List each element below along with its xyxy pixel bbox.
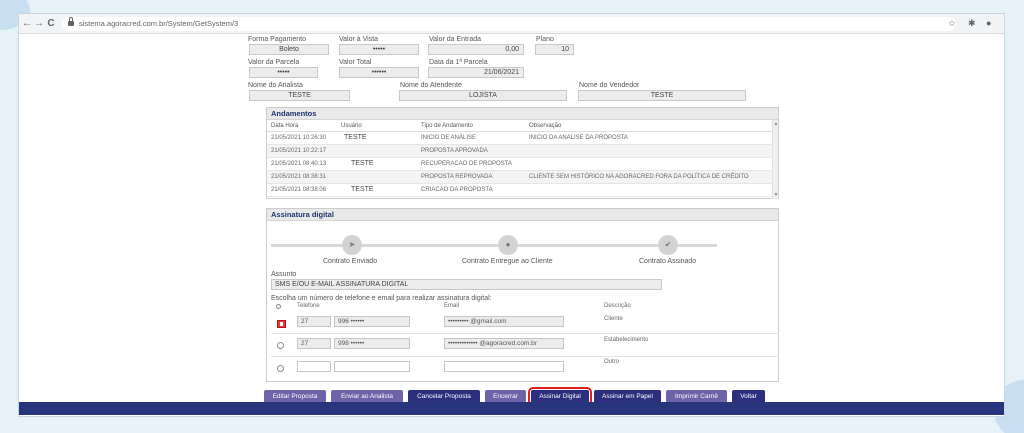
scroll-up-icon[interactable]: ▲ [773, 121, 779, 127]
row-tipo: INICIO DE ANÁLISE [421, 135, 477, 141]
atendente-field: LOJISTA [399, 90, 567, 101]
phone-field-cliente: 996 •••••• [334, 316, 410, 327]
andamentos-panel: Andamentos Data Hora Usuário Tipo de And… [266, 107, 779, 199]
data-parcela-label: Data da 1ª Parcela [429, 59, 488, 66]
assinatura-panel: Assinatura digital ➤ ● ✔ Contrato Enviad… [266, 208, 779, 382]
valor-parcela-label: Valor da Parcela [248, 59, 300, 66]
row-usuario: TESTE [351, 186, 374, 193]
analista-field: TESTE [249, 90, 350, 101]
row-tipo: CRIACAO DA PROPOSTA [421, 187, 493, 193]
valor-entrada-label: Valor da Entrada [429, 36, 482, 43]
row-data: 21/05/2021 08:38:31 [271, 174, 327, 180]
table-row: 21/05/2021 08:38:06 TESTE CRIACAO DA PRO… [267, 184, 778, 197]
andamentos-title: Andamentos [267, 108, 778, 120]
plano-field: 10 [535, 44, 574, 55]
valor-entrada-field: 0,00 [428, 44, 524, 55]
progress-track [271, 244, 717, 247]
col-email-label: Email [444, 303, 460, 309]
col-descricao-label: Descrição [604, 303, 631, 309]
row-data: 21/05/2021 10:26:30 [271, 135, 327, 141]
row-usuario: TESTE [351, 160, 374, 167]
row-data: 21/05/2021 08:38:06 [271, 187, 327, 193]
step-label-assinado: Contrato Assinado [639, 258, 697, 265]
contrato-entregue-icon: ● [498, 235, 518, 255]
ddd-field-cliente: 27 [297, 316, 331, 327]
valor-total-label: Valor Total [339, 59, 372, 66]
vendedor-field: TESTE [578, 90, 746, 101]
valor-vista-field: ••••• [339, 44, 419, 55]
data-parcela-field: 21/06/2021 [428, 67, 524, 78]
row-tipo: RECUPERACAO DE PROPOSTA [421, 161, 512, 167]
row-obs: CLIENTE SEM HISTÓRICO NA AGORACRED FORA … [529, 174, 749, 180]
step-label-enviado: Contrato Enviado [323, 258, 378, 265]
col-usuario: Usuário [341, 123, 362, 129]
table-row: 21/05/2021 10:22:17 PROPOSTA APROVADA [267, 145, 778, 158]
table-row: 21/05/2021 08:38:31 PROPOSTA REPROVADA C… [267, 171, 778, 184]
row-tipo: PROPOSTA APROVADA [421, 148, 488, 154]
option-cliente-radio[interactable] [277, 320, 286, 328]
phone-field-estabelecimento: 998 •••••• [334, 338, 410, 349]
row-obs: INICIO DA ANALISE DA PROPOSTA [529, 135, 628, 141]
contrato-enviado-icon: ➤ [342, 235, 362, 255]
plano-label: Plano [536, 36, 554, 43]
assunto-label: Assunto [271, 271, 297, 278]
contrato-assinado-icon: ✔ [658, 235, 678, 255]
option-estabelecimento-radio[interactable] [277, 342, 284, 349]
step-label-entregue: Contrato Entregue ao Cliente [462, 258, 553, 265]
assinatura-instruction: Escolha um número de telefone e email pa… [271, 295, 492, 302]
row-data: 21/05/2021 10:22:17 [271, 148, 327, 154]
option-outro-radio[interactable] [277, 365, 284, 372]
vendedor-label: Nome do Vendedor [579, 82, 640, 89]
descricao-cliente: Cliente [604, 316, 623, 322]
forma-pagamento-field: Boleto [249, 44, 329, 55]
atendente-label: Nome do Atendente [400, 82, 462, 89]
table-row: 21/05/2021 08:40:13 TESTE RECUPERACAO DE… [267, 158, 778, 171]
email-field-cliente: ••••••••• @gmail.com [444, 316, 564, 327]
analista-label: Nome do Analista [248, 82, 303, 89]
andamentos-header: Data Hora Usuário Tipo de Andamento Obse… [267, 120, 778, 132]
proposal-page: Forma Pagamento Boleto Valor à Vista •••… [244, 35, 782, 408]
back-icon[interactable]: ← [21, 17, 33, 30]
forma-pagamento-label: Forma Pagamento [248, 36, 306, 43]
col-telefone-label: Telefone [297, 303, 320, 309]
col-data-hora: Data Hora [271, 123, 299, 129]
scroll-down-icon[interactable]: ▼ [773, 192, 779, 198]
valor-total-field: •••••• [339, 67, 419, 78]
row-usuario: TESTE [344, 134, 367, 141]
col-observacao: Observação [529, 123, 562, 129]
browser-toolbar: ← → C sistema.agoracred.com.br/System/Ge… [19, 14, 1004, 34]
row-data: 21/05/2021 08:40:13 [271, 161, 327, 167]
descricao-outro: Outro [604, 359, 620, 365]
forward-icon[interactable]: → [33, 17, 45, 30]
row-divider [271, 356, 779, 357]
col-tipo: Tipo de Andamento [421, 123, 473, 129]
assunto-field: SMS E/OU E-MAIL ASSINATURA DIGITAL [271, 279, 662, 290]
page-footer-bar [19, 402, 1004, 415]
phone-input-outro[interactable] [334, 361, 410, 372]
row-tipo: PROPOSTA REPROVADA [421, 174, 493, 180]
select-all-radio[interactable] [276, 304, 281, 309]
lock-icon [68, 17, 74, 27]
profile-icon[interactable]: ● [986, 17, 991, 29]
address-bar[interactable]: sistema.agoracred.com.br/System/GetSyste… [61, 17, 956, 31]
email-field-estabelecimento: ••••••••••••• @agoracred.com.br [444, 338, 564, 349]
email-input-outro[interactable] [444, 361, 564, 372]
assinatura-title: Assinatura digital [267, 209, 778, 221]
descricao-estabelecimento: Estabelecimento [604, 337, 649, 343]
valor-vista-label: Valor à Vista [339, 36, 379, 43]
andamentos-scrollbar[interactable]: ▲ ▼ [772, 120, 778, 199]
extensions-icon[interactable]: ✱ [968, 17, 976, 29]
valor-parcela-field: ••••• [249, 67, 318, 78]
ddd-input-outro[interactable] [297, 361, 331, 372]
star-icon[interactable]: ☆ [948, 17, 956, 29]
url-text: sistema.agoracred.com.br/System/GetSyste… [79, 19, 239, 28]
browser-window: ← → C sistema.agoracred.com.br/System/Ge… [18, 13, 1005, 417]
table-row: 21/05/2021 10:26:30 TESTE INICIO DE ANÁL… [267, 132, 778, 145]
reload-icon[interactable]: C [45, 17, 57, 30]
row-divider [271, 333, 779, 334]
ddd-field-estabelecimento: 27 [297, 338, 331, 349]
